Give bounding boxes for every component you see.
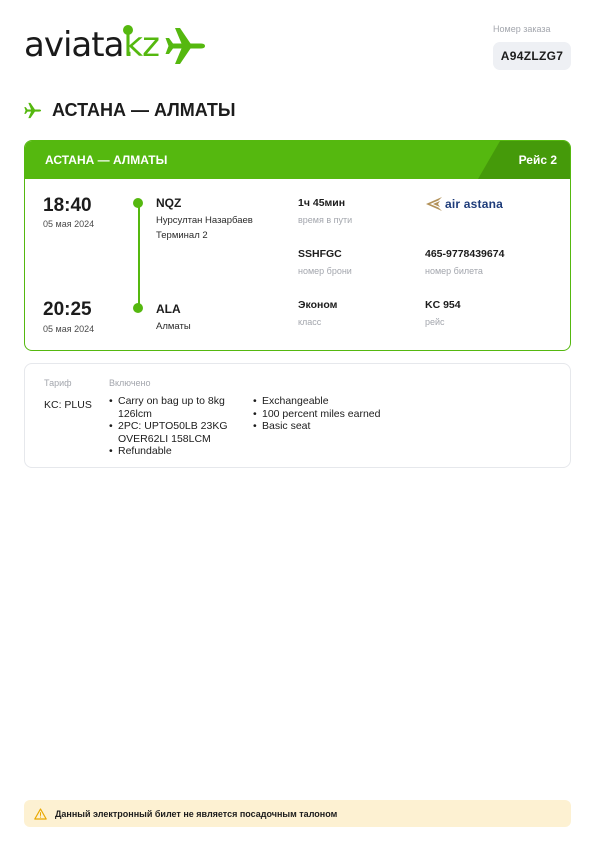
departure-time: 18:40: [43, 195, 92, 216]
ticket-label: номер билета: [425, 266, 483, 276]
airplane-icon: [24, 102, 42, 119]
included-list-2: Exchangeable 100 percent miles earned Ba…: [253, 395, 423, 433]
departure-date: 05 мая 2024: [43, 219, 95, 229]
flight-card-header: АСТАНА — АЛМАТЫ Рейс 2: [25, 141, 570, 179]
ticket-value: 465-9778439674: [425, 248, 505, 260]
timeline-line: [138, 207, 140, 309]
tariff-card: Тариф Включено KC: PLUS Carry on bag up …: [24, 363, 571, 468]
page-title: АСТАНА — АЛМАТЫ: [52, 100, 236, 120]
arrival-code: ALA: [156, 302, 181, 316]
flight-label: Рейс 2: [518, 153, 557, 167]
cabin-value: Эконом: [298, 299, 338, 311]
list-item: Carry on bag up to 8kg 126lcm: [109, 395, 247, 420]
list-item: 2PC: UPTO50LB 23KG OVER62LI 158LCM: [109, 420, 247, 445]
arrival-airport: Алматы: [156, 321, 191, 332]
airline-logo: air astana: [425, 196, 503, 212]
aviata-logo: aviata. kz: [24, 24, 207, 66]
list-item: Refundable: [109, 445, 247, 458]
order-number-badge: A94ZLZG7: [493, 42, 571, 70]
fare-name: KC: PLUS: [44, 399, 92, 411]
duration-value: 1ч 45мин: [298, 197, 346, 209]
duration-label: время в пути: [298, 215, 353, 225]
cabin-label: класс: [298, 317, 322, 327]
order-number-label: Номер заказа: [493, 24, 551, 34]
route-heading: АСТАНА — АЛМАТЫ: [24, 100, 236, 121]
departure-airport: Нурсултан Назарбаев: [156, 215, 253, 226]
booking-value: SSHFGC: [298, 248, 342, 260]
air-astana-logo-icon: [426, 197, 442, 211]
list-item: 100 percent miles earned: [253, 408, 423, 421]
notice-text: Данный электронный билет не является пос…: [55, 808, 338, 819]
tariff-header: Тариф: [44, 378, 72, 388]
boarding-pass-notice: Данный электронный билет не является пос…: [24, 800, 571, 827]
departure-terminal: Терминал 2: [156, 230, 208, 241]
airline-name: air astana: [445, 197, 504, 211]
included-header: Включено: [109, 378, 151, 388]
flight-card: АСТАНА — АЛМАТЫ Рейс 2 18:40 05 мая 2024…: [24, 140, 571, 351]
list-item: Exchangeable: [253, 395, 423, 408]
booking-label: номер брони: [298, 266, 352, 276]
arrival-date: 05 мая 2024: [43, 324, 95, 334]
flight-number-label: рейс: [425, 317, 445, 327]
departure-code: NQZ: [156, 196, 182, 210]
included-list-1: Carry on bag up to 8kg 126lcm 2PC: UPTO5…: [109, 395, 247, 458]
flight-number-value: KC 954: [425, 299, 461, 311]
arrival-dot: [133, 303, 143, 313]
flight-route: АСТАНА — АЛМАТЫ: [45, 153, 168, 167]
logo-text: aviata. kz: [24, 25, 160, 65]
list-item: Basic seat: [253, 420, 423, 433]
airplane-icon: [165, 28, 205, 64]
arrival-time: 20:25: [43, 299, 92, 320]
warning-triangle-icon: [34, 807, 47, 820]
